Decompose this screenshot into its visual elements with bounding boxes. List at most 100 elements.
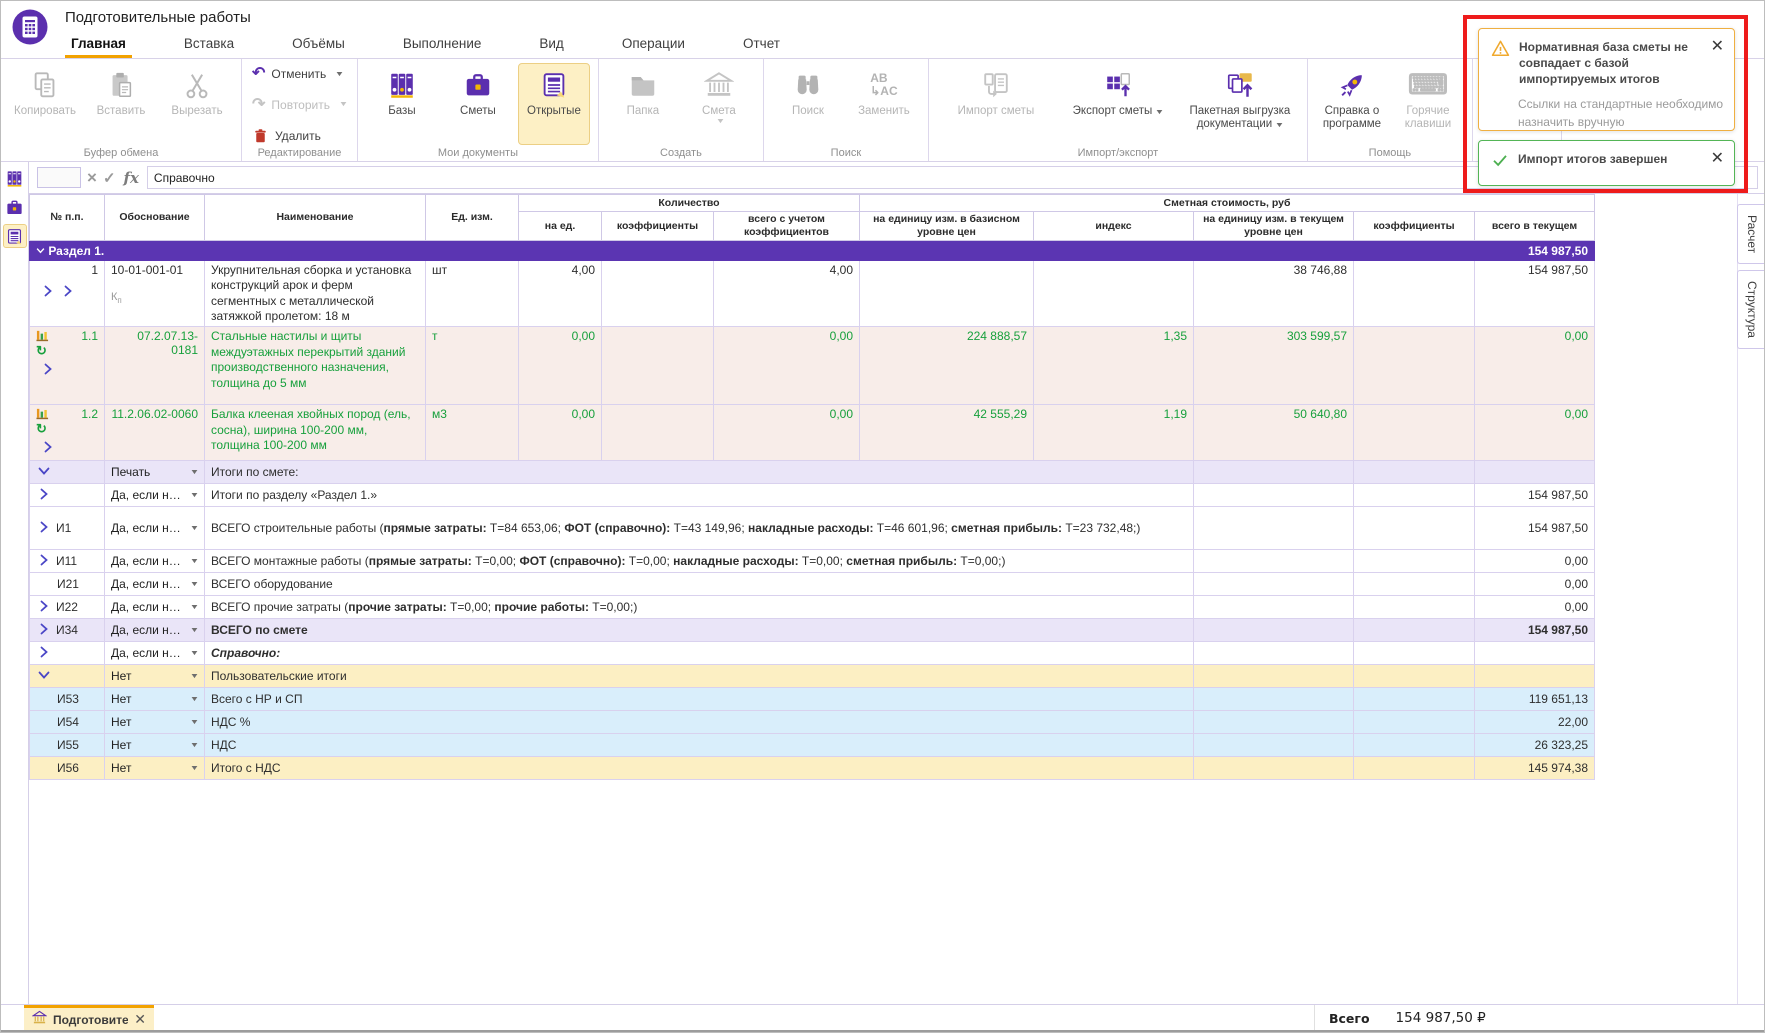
- paste-button[interactable]: Вставить: [85, 63, 157, 145]
- success-close-icon[interactable]: ✕: [1711, 151, 1724, 167]
- cell-num: [30, 484, 105, 507]
- cell-dropdown[interactable]: Да, если н…▼: [105, 550, 205, 573]
- totals-row[interactable]: И54Нет▼НДС %22,00: [30, 711, 1595, 734]
- button-label: Импорт сметы: [958, 105, 1035, 118]
- menu-tab-Выполнение[interactable]: Выполнение: [397, 31, 488, 58]
- cell-dropdown[interactable]: Да, если н…▼: [105, 573, 205, 596]
- cell-cost-current: 50 640,80: [1194, 405, 1354, 461]
- totals-row[interactable]: И34Да, если н…▼ВСЕГО по смете154 987,50: [30, 619, 1595, 642]
- menu-tab-Вставка[interactable]: Вставка: [178, 31, 240, 58]
- totals-row[interactable]: И55Нет▼НДС26 323,25: [30, 734, 1595, 757]
- menu-tab-Отчет[interactable]: Отчет: [737, 31, 786, 58]
- bases-button[interactable]: Базы: [366, 63, 438, 145]
- totals-row[interactable]: И11Да, если н…▼ВСЕГО монтажные работы (п…: [30, 550, 1595, 573]
- cell-dropdown[interactable]: Печать▼: [105, 461, 205, 484]
- button-label: Папка: [627, 105, 660, 118]
- cell-dropdown[interactable]: Да, если н…▼: [105, 596, 205, 619]
- dropdown-arrow-icon: ▼: [190, 581, 200, 588]
- cell-dropdown[interactable]: Да, если н…▼: [105, 507, 205, 550]
- chevron-down-icon[interactable]: [40, 465, 48, 480]
- refresh-icon: ↻: [36, 344, 52, 357]
- cell-cost-base: 224 888,57: [860, 327, 1034, 405]
- menu-tab-Операции[interactable]: Операции: [616, 31, 691, 58]
- table-row[interactable]: ↻1.107.2.07.13-0181Стальные настилы и щи…: [30, 327, 1595, 405]
- header-basis: Обоснование: [105, 195, 205, 241]
- estimates-button[interactable]: Сметы: [442, 63, 514, 145]
- chevron-right-icon[interactable]: [40, 646, 48, 661]
- cell-dropdown[interactable]: Да, если н…▼: [105, 619, 205, 642]
- cell-total: 119 651,13: [1475, 688, 1595, 711]
- redo-button[interactable]: ↷Повторить▼: [250, 96, 349, 114]
- refresh-icon: ↻: [36, 422, 52, 435]
- grid-body: Раздел 1.154 987,50110-01-001-01КпУкрупн…: [30, 241, 1595, 780]
- menu-tab-Объёмы[interactable]: Объёмы: [286, 31, 351, 58]
- document-tab-label: Подготовительн…: [53, 1013, 128, 1027]
- section-row[interactable]: Раздел 1.154 987,50: [30, 241, 1595, 261]
- menu-tab-Главная[interactable]: Главная: [65, 31, 132, 58]
- chevron-down-icon[interactable]: [40, 669, 48, 684]
- cut-button[interactable]: Вырезать: [161, 63, 233, 145]
- totals-row[interactable]: И53Нет▼Всего с НР и СП119 651,13: [30, 688, 1595, 711]
- document-tab-close-icon[interactable]: ✕: [134, 1011, 146, 1028]
- chevron-right-icon[interactable]: [44, 285, 52, 300]
- opened-button[interactable]: Открытые: [518, 63, 590, 145]
- chevron-right-icon[interactable]: [64, 285, 72, 300]
- cell-dropdown[interactable]: Нет▼: [105, 665, 205, 688]
- chevron-right-icon[interactable]: [44, 441, 52, 456]
- search-button[interactable]: Поиск: [772, 63, 844, 145]
- document-tab[interactable]: Подготовительн… ✕: [24, 1005, 154, 1031]
- totals-row[interactable]: Да, если н…▼Итоги по разделу «Раздел 1.»…: [30, 484, 1595, 507]
- warning-close-icon[interactable]: ✕: [1711, 39, 1724, 55]
- totals-row[interactable]: Печать▼Итоги по смете:: [30, 461, 1595, 484]
- cell-total: 0,00: [1475, 596, 1595, 619]
- cell-dropdown[interactable]: Да, если н…▼: [105, 642, 205, 665]
- hotkeys-button[interactable]: ⌨Горячие клавиши: [1392, 63, 1464, 145]
- cell-qty-coef: [602, 327, 714, 405]
- cell-total: 22,00: [1475, 711, 1595, 734]
- batch-upload-button[interactable]: Пакетная выгрузка документации▼: [1181, 63, 1299, 145]
- chevron-right-icon[interactable]: [40, 554, 48, 569]
- formula-cancel-icon[interactable]: ×: [87, 168, 97, 188]
- warning-title: Нормативная база сметы не совпадает с ба…: [1519, 39, 1700, 88]
- totals-row[interactable]: И1Да, если н…▼ВСЕГО строительные работы …: [30, 507, 1595, 550]
- new-folder-button[interactable]: Папка: [607, 63, 679, 145]
- strip-briefcase-icon[interactable]: [3, 195, 27, 219]
- totals-row[interactable]: И21Да, если н…▼ВСЕГО оборудование0,00: [30, 573, 1595, 596]
- totals-row[interactable]: Да, если н…▼Справочно:: [30, 642, 1595, 665]
- menu-tab-Вид[interactable]: Вид: [533, 31, 569, 58]
- chevron-down-icon[interactable]: [36, 244, 45, 258]
- cell-dropdown[interactable]: Нет▼: [105, 757, 205, 780]
- chevron-right-icon[interactable]: [40, 623, 48, 638]
- chevron-right-icon[interactable]: [44, 363, 52, 378]
- table-row[interactable]: 110-01-001-01КпУкрупнительная сборка и у…: [30, 261, 1595, 327]
- help-about-button[interactable]: Справка о программе: [1316, 63, 1388, 145]
- cell-dropdown[interactable]: Нет▼: [105, 688, 205, 711]
- copy-button[interactable]: Копировать: [9, 63, 81, 145]
- cell-dropdown[interactable]: Нет▼: [105, 734, 205, 757]
- folder-icon: [628, 70, 658, 100]
- cell-total: 154 987,50: [1475, 507, 1595, 550]
- side-tab-Расчет[interactable]: Расчет: [1737, 204, 1764, 264]
- chevron-right-icon[interactable]: [40, 488, 48, 503]
- strip-opened-icon[interactable]: [3, 224, 27, 248]
- export-estimate-button[interactable]: Экспорт сметы▼: [1059, 63, 1177, 145]
- formula-apply-icon[interactable]: ✓: [103, 169, 116, 187]
- chevron-right-icon[interactable]: [40, 521, 48, 536]
- cell-qty-total: 0,00: [714, 327, 860, 405]
- side-tab-Структура[interactable]: Структура: [1737, 270, 1764, 349]
- table-row[interactable]: ↻1.211.2.06.02-0060Балка клееная хвойных…: [30, 405, 1595, 461]
- totals-row[interactable]: Нет▼Пользовательские итоги: [30, 665, 1595, 688]
- totals-row-id: И22: [56, 600, 78, 614]
- cell-reference-input[interactable]: [37, 167, 81, 188]
- replace-button[interactable]: AB↳ACЗаменить: [848, 63, 920, 145]
- cell-dropdown[interactable]: Да, если н…▼: [105, 484, 205, 507]
- strip-bases-icon[interactable]: [3, 166, 27, 190]
- cell-dropdown[interactable]: Нет▼: [105, 711, 205, 734]
- new-estimate-button[interactable]: Смета▼: [683, 63, 755, 145]
- chevron-right-icon[interactable]: [40, 600, 48, 615]
- totals-row[interactable]: И56Нет▼Итого с НДС145 974,38: [30, 757, 1595, 780]
- delete-button[interactable]: Удалить: [250, 126, 349, 145]
- totals-row[interactable]: И22Да, если н…▼ВСЕГО прочие затраты (про…: [30, 596, 1595, 619]
- undo-button[interactable]: ↶Отменить▼: [250, 65, 349, 83]
- import-estimate-button[interactable]: Импорт сметы: [937, 63, 1055, 145]
